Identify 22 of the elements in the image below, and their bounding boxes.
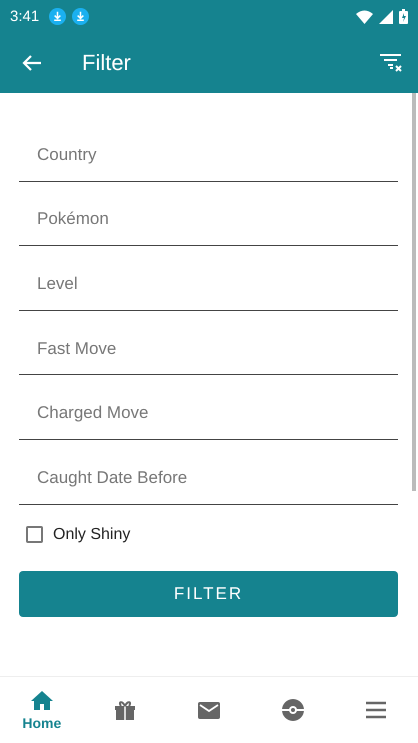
gift-icon (113, 698, 138, 722)
home-icon (30, 689, 54, 713)
input-field[interactable]: Caught Date Before (19, 440, 398, 505)
screen-title: Filter (82, 50, 131, 76)
input-field[interactable]: Charged Move (19, 375, 398, 440)
input-field[interactable]: Fast Move (19, 310, 398, 376)
nav-item[interactable]: Home (0, 677, 84, 743)
battery-icon (399, 9, 408, 24)
signal-icon (379, 10, 393, 24)
filter-button[interactable]: FILTER (19, 570, 398, 617)
back-icon[interactable] (22, 54, 42, 72)
clear-filter-icon[interactable] (380, 54, 404, 72)
input-field[interactable]: Level (19, 246, 398, 311)
ball-icon (280, 698, 305, 722)
input-field[interactable]: Pokémon (19, 182, 398, 246)
download-icon (72, 8, 90, 25)
status-time: 3:41 (10, 8, 40, 25)
checkbox[interactable] (26, 526, 43, 544)
checkbox-label: Only Shiny (53, 526, 130, 544)
download-icon (49, 8, 66, 25)
input-field[interactable]: Country (19, 117, 398, 182)
wifi-icon (356, 10, 373, 24)
